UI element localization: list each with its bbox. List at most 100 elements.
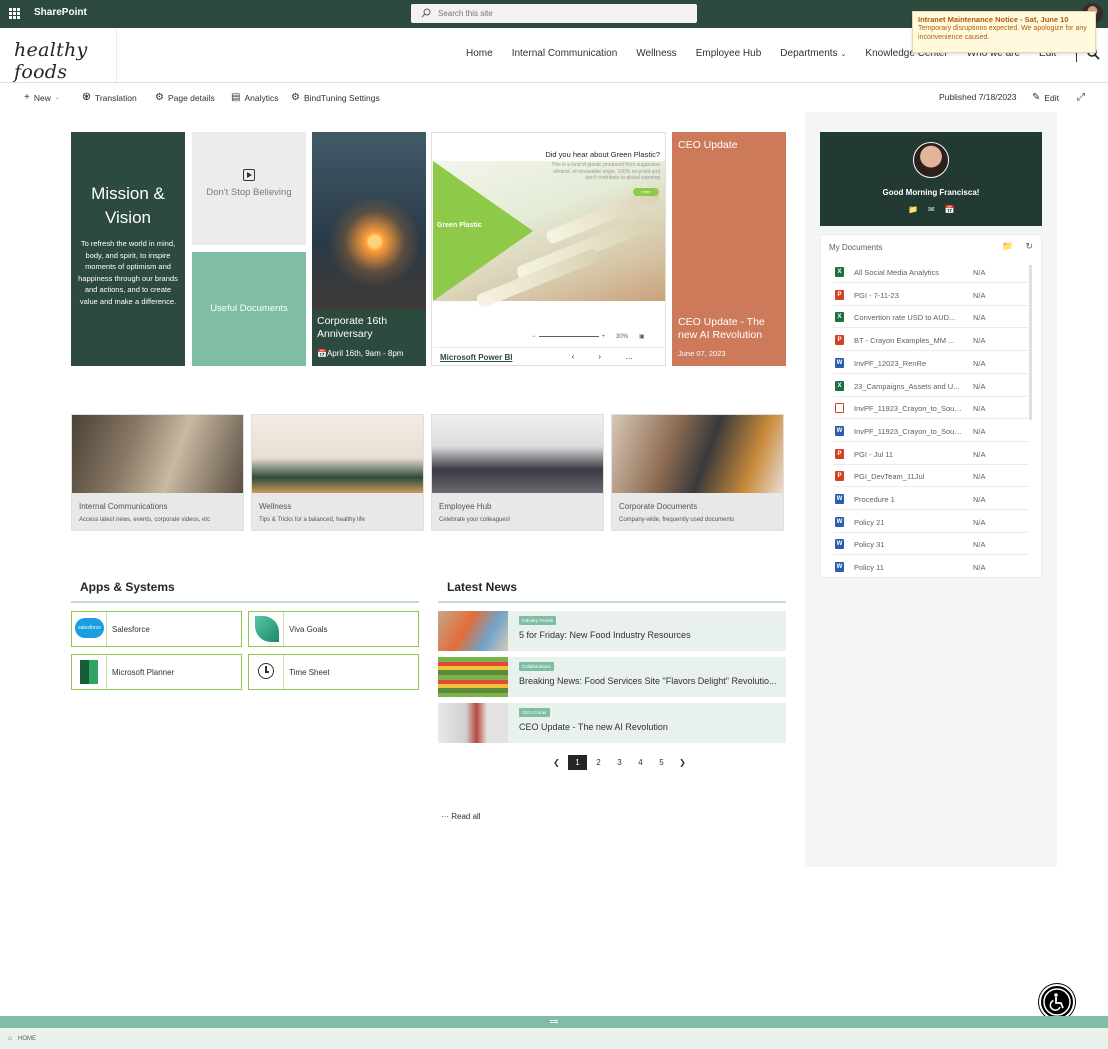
zoom-in-icon[interactable]: +	[602, 334, 606, 340]
page-1[interactable]: 1	[568, 755, 587, 770]
power-bi-pagination[interactable]: ‹›…	[572, 352, 657, 361]
document-row[interactable]: X 23_Campaigns_Assets and U... N/A	[833, 375, 1028, 397]
document-row[interactable]: P PGI_DevTeam_11Jul N/A	[833, 465, 1028, 488]
document-row[interactable]: X All Social Media Analytics N/A	[833, 261, 1028, 283]
news-thumbnail	[438, 703, 508, 743]
logo-container: healthy foods	[0, 28, 117, 83]
fit-page-icon[interactable]: ▣	[639, 333, 645, 340]
green-plastic-label: Green Plastic	[437, 222, 482, 229]
dont-stop-believing-tile[interactable]: Don't Stop Believing	[192, 132, 306, 245]
power-bi-tile[interactable]: Green Plastic Did you hear about Green P…	[431, 132, 666, 366]
document-size: N/A	[973, 563, 986, 573]
profile-card: Good Morning Francisca! 📁 ✉ 📅	[820, 132, 1042, 226]
document-row[interactable]: P PGI - Jul 11 N/A	[833, 443, 1028, 465]
section-divider	[71, 601, 419, 603]
bindtuning-settings-button[interactable]: ⚙ BindTuning Settings	[291, 92, 380, 103]
breadcrumb-home[interactable]: HOME	[18, 1036, 36, 1042]
useful-docs-label: Useful Documents	[210, 303, 288, 314]
chevron-left-icon[interactable]: ❮	[547, 755, 566, 770]
translation-button[interactable]: ♼ Translation	[82, 92, 137, 103]
document-size: N/A	[973, 381, 986, 391]
mission-vision-tile[interactable]: Mission & Vision To refresh the world in…	[71, 132, 185, 366]
anniversary-date: 📅April 16th, 9am - 8pm	[317, 349, 403, 358]
power-bi-link[interactable]: Microsoft Power BI	[440, 353, 512, 362]
document-size: N/A	[973, 404, 986, 414]
docx-file-icon: W	[835, 425, 844, 436]
card-wellness[interactable]: Wellness Tips & Tricks for a balanced, h…	[251, 414, 424, 531]
anniversary-tile[interactable]: Corporate 16th Anniversary 📅April 16th, …	[312, 132, 426, 366]
search-input[interactable]	[438, 6, 678, 21]
card-employee-hub[interactable]: Employee Hub Celebrate your colleagues!	[431, 414, 604, 531]
folder-icon[interactable]: 📁	[908, 205, 918, 214]
app-salesforce[interactable]: salesforce Salesforce	[71, 611, 242, 647]
analytics-button[interactable]: ▤ Analytics	[231, 92, 278, 103]
edit-button[interactable]: ✎ Edit	[1032, 92, 1059, 103]
documents-scrollbar[interactable]	[1029, 265, 1032, 420]
news-item[interactable]: Industry Trends 5 for Friday: New Food I…	[438, 611, 786, 651]
page-2[interactable]: 2	[589, 755, 608, 770]
card-image	[252, 415, 423, 493]
card-corporate-documents[interactable]: Corporate Documents Company-wide, freque…	[611, 414, 784, 531]
docx-file-icon: W	[835, 494, 844, 504]
profile-avatar[interactable]	[913, 142, 949, 178]
document-row[interactable]: W InvPF_12023_RenRe N/A	[833, 352, 1028, 374]
sparkler-photo	[312, 132, 426, 309]
translate-icon: ♼	[82, 92, 91, 103]
site-logo[interactable]: healthy foods	[14, 39, 116, 83]
planner-icon	[72, 655, 107, 689]
viva-goals-icon	[249, 612, 284, 646]
folder-icon[interactable]: 📁	[1002, 241, 1013, 252]
news-item[interactable]: CEO Corner CEO Update - The new AI Revol…	[438, 703, 786, 743]
document-row[interactable]: W InvPF_11923_Crayon_to_Soud... N/A	[833, 420, 1028, 442]
nav-employee-hub[interactable]: Employee Hub	[696, 48, 762, 59]
calendar-icon[interactable]: 📅	[945, 205, 955, 214]
refresh-icon[interactable]: ↻	[1025, 241, 1033, 252]
breadcrumb: ⌂ HOME	[0, 1028, 1108, 1049]
document-row[interactable]: W Procedure 1 N/A	[833, 488, 1028, 510]
expand-icon[interactable]: ⤢	[1077, 92, 1085, 103]
app-viva-goals[interactable]: Viva Goals	[248, 611, 419, 647]
pptx-file-icon: P	[835, 289, 844, 300]
app-launcher-icon[interactable]	[9, 8, 20, 19]
mail-icon[interactable]: ✉	[928, 205, 935, 214]
news-title: 5 for Friday: New Food Industry Resource…	[519, 630, 691, 640]
search-icon	[421, 8, 431, 18]
zoom-slider[interactable]	[538, 336, 599, 337]
accessibility-icon[interactable]	[1039, 984, 1075, 1020]
page-4[interactable]: 4	[631, 755, 650, 770]
document-row[interactable]: W Policy 11 N/A	[833, 556, 1028, 579]
suite-app-name[interactable]: SharePoint	[34, 7, 87, 18]
document-row[interactable]: InvPF_11923_Crayon_to_Soud... N/A	[833, 397, 1028, 420]
new-button[interactable]: + New ⌄	[24, 92, 60, 103]
document-row[interactable]: P BT - Crayon Examples_MM ... N/A	[833, 329, 1028, 352]
news-title: CEO Update - The new AI Revolution	[519, 722, 668, 732]
site-search[interactable]	[411, 4, 697, 23]
drag-handle-icon[interactable]	[550, 1020, 558, 1023]
document-row[interactable]: W Policy 31 N/A	[833, 533, 1028, 556]
nav-departments[interactable]: Departments ⌄	[780, 48, 846, 59]
zoom-out-icon[interactable]: −	[532, 334, 536, 340]
ceo-update-tile[interactable]: CEO Update CEO Update - The new AI Revol…	[672, 132, 786, 366]
news-item[interactable]: Collaborations Breaking News: Food Servi…	[438, 657, 786, 697]
app-microsoft-planner[interactable]: Microsoft Planner	[71, 654, 242, 690]
power-bi-question: Did you hear about Green Plastic?	[545, 150, 660, 159]
nav-internal-communication[interactable]: Internal Communication	[512, 48, 618, 59]
news-tag: CEO Corner	[519, 708, 550, 717]
document-row[interactable]: W Policy 21 N/A	[833, 511, 1028, 533]
document-row[interactable]: X Convertion rate USD to AUD... N/A	[833, 306, 1028, 329]
card-internal-communications[interactable]: Internal Communications Access latest ne…	[71, 414, 244, 531]
chevron-right-icon[interactable]: ❯	[673, 755, 692, 770]
page-details-button[interactable]: ⚙ Page details	[155, 92, 215, 103]
nav-home[interactable]: Home	[466, 48, 493, 59]
page-3[interactable]: 3	[610, 755, 629, 770]
power-bi-more-button[interactable]: more	[633, 188, 659, 196]
useful-documents-tile[interactable]: Useful Documents	[192, 252, 306, 366]
page-5[interactable]: 5	[652, 755, 671, 770]
section-divider	[438, 601, 786, 603]
document-name: Policy 11	[854, 563, 884, 573]
app-time-sheet[interactable]: Time Sheet	[248, 654, 419, 690]
document-row[interactable]: P PGI - 7-11-23 N/A	[833, 284, 1028, 306]
read-all-link[interactable]: ··· Read all	[441, 812, 481, 821]
nav-wellness[interactable]: Wellness	[636, 48, 676, 59]
news-section-title: Latest News	[447, 580, 518, 594]
